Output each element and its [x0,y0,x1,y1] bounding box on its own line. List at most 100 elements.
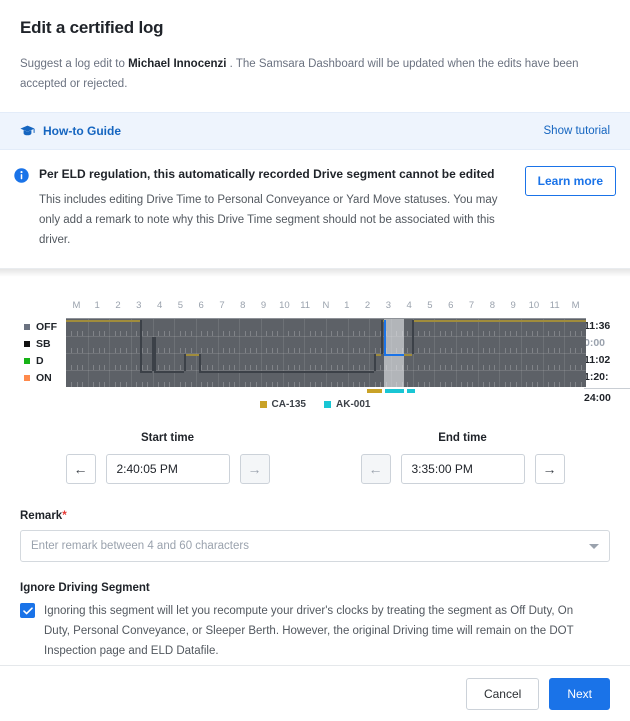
vehicle-legend: CA-135 AK-001 [0,399,630,410]
grid-hour-line [261,319,262,388]
start-time-input[interactable] [105,454,230,485]
grid-quarter-tick [488,348,490,354]
start-time-label: Start time [140,432,195,445]
grid-quarter-tick [163,348,165,354]
grid-quarter-tick [201,331,203,337]
info-circle-icon [14,168,29,188]
grid-quarter-tick [179,331,181,337]
vehicle-legend-item: AK-001 [324,399,370,410]
hour-tick-label: M [72,300,81,312]
hour-tick-label: 2 [364,300,371,312]
eld-regulation-notice: Per ELD regulation, this automatically r… [0,150,630,270]
start-time-increment-button[interactable]: → [239,454,270,485]
status-label-on: ON [36,371,52,384]
end-time-input[interactable] [400,454,525,485]
grid-quarter-tick [250,348,252,354]
end-time-decrement-button[interactable]: ← [360,454,391,485]
grid-quarter-tick [71,331,73,337]
grid-quarter-tick [439,365,441,371]
grid-quarter-tick [244,382,246,388]
next-button[interactable]: Next [549,677,610,710]
grid-quarter-tick [461,382,463,388]
start-time-controls: ← → [20,454,315,485]
chevron-down-icon[interactable] [589,543,599,549]
grid-quarter-tick [293,382,295,388]
grid-quarter-tick [569,348,571,354]
grid-quarter-tick [223,331,225,337]
grid-quarter-tick [428,365,430,371]
grid-quarter-tick [423,331,425,337]
checkmark-icon [22,607,33,615]
end-time-increment-button[interactable]: → [534,454,565,485]
grid-quarter-tick [363,331,365,337]
grid-quarter-tick [120,331,122,337]
grid-quarter-tick [450,365,452,371]
grid-quarter-tick [423,348,425,354]
grid-quarter-tick [98,348,100,354]
remark-field[interactable] [20,530,610,563]
grid-hour-line [174,319,176,388]
hour-axis: M 1 2 3 4 5 6 7 8 9 10 11 N 1 2 3 4 5 6 7 8 9 10 11 M [66,299,586,313]
grid-quarter-tick [201,382,203,388]
grid-quarter-tick [212,331,214,337]
grid-quarter-tick [136,331,138,337]
learn-more-button[interactable]: Learn more [524,166,616,197]
grid-quarter-tick [353,348,355,354]
grid-quarter-tick [315,331,317,337]
grid-quarter-tick [76,365,78,371]
duty-transition-line [373,354,376,372]
grid-quarter-tick [158,382,160,388]
grid-quarter-tick [93,365,95,371]
graduation-cap-icon [20,125,35,137]
ignore-driving-segment-checkbox[interactable] [20,603,35,619]
status-swatch-on-icon [24,374,30,381]
grid-quarter-tick [136,348,138,354]
grid-quarter-tick [483,348,485,354]
ignore-driving-segment-row: Ignoring this segment will let you recom… [20,601,610,661]
start-time-decrement-button[interactable]: ← [65,454,96,485]
grid-quarter-tick [233,331,235,337]
duty-status-grid[interactable] [66,318,586,394]
grid-quarter-tick [71,382,73,388]
vehicle-swatch-ak-001-icon [324,401,331,409]
grid-quarter-tick [423,365,425,371]
selected-segment-highlight [383,319,404,388]
grid-quarter-tick [82,382,84,388]
ignore-driving-segment-description: Ignoring this segment will let you recom… [44,605,574,658]
grid-quarter-tick [353,365,355,371]
how-to-guide-group: How-to Guide [20,124,121,138]
grid-quarter-tick [147,331,149,337]
grid-quarter-tick [288,365,290,371]
grid-quarter-tick [575,348,577,354]
grid-quarter-tick [309,382,311,388]
grid-quarter-tick [472,365,474,371]
grid-quarter-tick [201,365,203,371]
cancel-button[interactable]: Cancel [465,677,540,710]
remark-input[interactable] [21,532,589,561]
status-legend: OFF SB D ON [24,318,68,386]
grid-quarter-tick [537,331,539,337]
grid-quarter-tick [206,382,208,388]
hour-tick-label: 5 [427,300,433,312]
how-to-guide-bar: How-to Guide Show tutorial [0,112,630,151]
ignore-driving-segment-title: Ignore Driving Segment [20,582,150,595]
grid-quarter-tick [531,348,533,354]
grid-quarter-tick [93,382,95,388]
show-tutorial-link[interactable]: Show tutorial [544,125,610,137]
grid-quarter-tick [233,382,235,388]
grid-quarter-tick [418,331,420,337]
hour-tick-label: 6 [198,300,204,312]
start-time-group: Start time ← → [20,432,315,485]
grid-quarter-tick [548,365,550,371]
grid-quarter-tick [336,365,338,371]
grid-quarter-tick [277,365,279,371]
duty-segment-line [66,320,140,323]
grid-quarter-tick [363,348,365,354]
hour-tick-label: 1 [344,300,350,312]
grid-quarter-tick [277,331,279,337]
grid-quarter-tick [125,382,127,388]
grid-quarter-tick [114,331,116,337]
grid-quarter-tick [526,348,528,354]
grid-quarter-tick [407,331,409,337]
grid-quarter-tick [179,348,181,354]
